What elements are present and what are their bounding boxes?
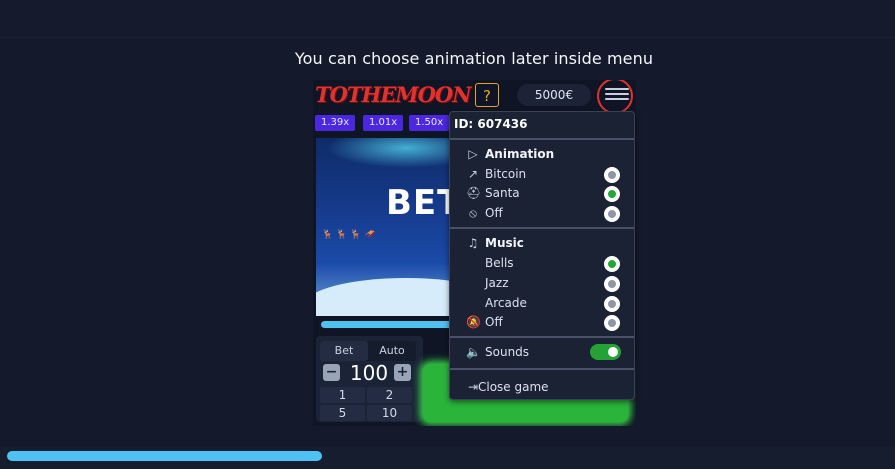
bet-amount[interactable]: 100 xyxy=(344,361,394,385)
balance-display: 5000€ xyxy=(517,84,591,106)
music-note-icon: ♫ xyxy=(467,236,479,250)
preset-button[interactable]: 1 xyxy=(320,387,365,403)
sounds-toggle[interactable] xyxy=(590,344,621,360)
divider xyxy=(450,227,634,229)
tab-auto[interactable]: Auto xyxy=(368,341,416,361)
round-progress-bar xyxy=(321,321,461,328)
music-option-bells[interactable]: Bells xyxy=(485,256,514,270)
increase-bet-button[interactable]: + xyxy=(394,364,411,381)
tab-bet[interactable]: Bet xyxy=(320,341,368,361)
decrease-bet-button[interactable]: − xyxy=(323,364,340,381)
preset-button[interactable]: 10 xyxy=(367,405,412,421)
animation-header: Animation xyxy=(485,147,555,161)
music-off-radio[interactable] xyxy=(604,315,620,331)
preset-button[interactable]: 5 xyxy=(320,405,365,421)
toggle-knob xyxy=(608,347,618,357)
multiplier-badge: 1.39x xyxy=(315,115,356,131)
close-game-button[interactable]: Close game xyxy=(478,380,549,394)
music-arcade-radio[interactable] xyxy=(604,296,620,312)
preset-button[interactable]: 2 xyxy=(367,387,412,403)
sleigh-graphic: 🦌🦌🦌🛷 xyxy=(322,230,379,240)
animation-option-bitcoin[interactable]: Bitcoin xyxy=(485,167,526,181)
music-option-off[interactable]: Off xyxy=(485,315,503,329)
divider xyxy=(450,368,634,370)
sounds-label: Sounds xyxy=(485,345,530,359)
santa-hat-icon: ⛑ xyxy=(466,186,482,200)
highlight-circle xyxy=(597,80,633,114)
play-icon: ▷ xyxy=(468,147,478,161)
music-jazz-radio[interactable] xyxy=(604,276,620,292)
animation-santa-radio[interactable] xyxy=(604,186,620,202)
divider xyxy=(450,138,634,140)
speaker-icon: 🔈 xyxy=(466,345,481,359)
settings-menu: ID: 607436 ▷ Animation ↗ Bitcoin ⛑ Santa… xyxy=(449,111,635,400)
music-option-jazz[interactable]: Jazz xyxy=(485,276,509,290)
top-bar xyxy=(0,0,895,38)
player-id: ID: 607436 xyxy=(454,117,528,131)
bet-controls: Bet Auto − 100 + 1 2 5 10 xyxy=(316,336,423,422)
music-option-arcade[interactable]: Arcade xyxy=(485,296,527,310)
ban-icon: ⦸ xyxy=(469,206,477,220)
multiplier-badge: 1.01x xyxy=(363,115,404,131)
instruction-caption: You can choose animation later inside me… xyxy=(294,49,654,68)
animation-off-radio[interactable] xyxy=(604,206,620,222)
multiplier-badge: 1.50x xyxy=(409,115,450,131)
help-button[interactable]: ? xyxy=(475,83,499,107)
animation-option-santa[interactable]: Santa xyxy=(485,186,520,200)
music-bells-radio[interactable] xyxy=(604,256,620,272)
bottom-progress-fill xyxy=(7,451,322,461)
divider xyxy=(450,336,634,338)
bell-off-icon: 🔕 xyxy=(466,315,481,329)
chart-up-icon: ↗ xyxy=(467,167,479,181)
bet-mode-tabs: Bet Auto xyxy=(320,341,416,361)
music-header: Music xyxy=(485,236,524,250)
animation-option-off[interactable]: Off xyxy=(485,206,503,220)
animation-bitcoin-radio[interactable] xyxy=(604,167,620,183)
game-logo: TOTHEMOON xyxy=(315,82,471,107)
